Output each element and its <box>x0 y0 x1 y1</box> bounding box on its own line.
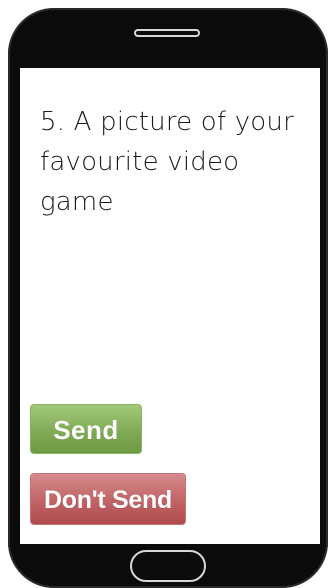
dont-send-button[interactable]: Don't Send <box>30 473 186 525</box>
phone-screen: 5. A picture of your favourite video gam… <box>20 68 320 544</box>
question-text: 5. A picture of your favourite video gam… <box>40 107 294 217</box>
home-button[interactable] <box>130 550 206 582</box>
phone-frame: 5. A picture of your favourite video gam… <box>8 8 328 588</box>
speaker-slot <box>134 29 200 37</box>
send-button[interactable]: Send <box>30 404 142 454</box>
